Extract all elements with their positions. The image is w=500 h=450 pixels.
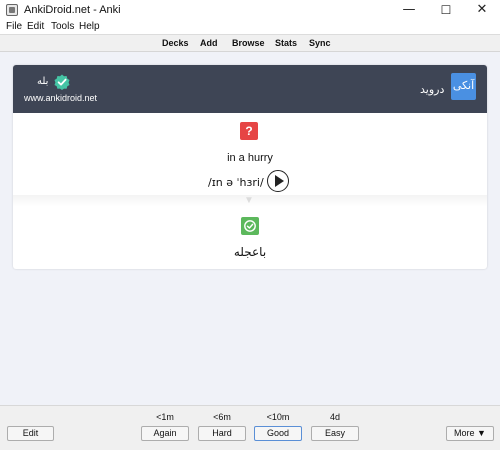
again-interval: <1m — [156, 412, 174, 422]
card-answer: باعجله — [233, 245, 267, 259]
edit-button[interactable]: Edit — [7, 426, 54, 441]
answer-bar: <1m <6m <10m 4d Edit Again Hard Good Eas… — [0, 405, 500, 450]
maximize-button[interactable]: ☐ — [428, 0, 464, 20]
card-header: بله www.ankidroid.net درويد آنکی — [13, 65, 487, 113]
flashcard: بله www.ankidroid.net درويد آنکی ? in a … — [13, 65, 487, 269]
question-mark-icon: ? — [240, 122, 258, 140]
verified-badge-icon — [54, 74, 70, 90]
app-icon — [6, 4, 18, 16]
phonetic-transcription: /ɪn ə ˈhɜri/ — [208, 176, 264, 189]
menu-bar: File Edit Tools Help — [0, 20, 500, 34]
again-button[interactable]: Again — [141, 426, 189, 441]
check-circle-icon — [241, 217, 259, 235]
good-button[interactable]: Good — [254, 426, 302, 441]
toolbar-browse[interactable]: Browse — [232, 38, 265, 48]
toolbar-decks[interactable]: Decks — [162, 38, 189, 48]
easy-interval: 4d — [329, 412, 340, 422]
toolbar-sync[interactable]: Sync — [309, 38, 331, 48]
good-interval: <10m — [266, 412, 290, 422]
title-bar: AnkiDroid.net - Anki — ☐ ✕ — [0, 0, 500, 20]
toolbar-add[interactable]: Add — [200, 38, 218, 48]
droid-label: درويد — [420, 84, 445, 96]
play-audio-button[interactable] — [267, 170, 289, 192]
window-title: AnkiDroid.net - Anki — [24, 4, 121, 16]
toolbar-stats[interactable]: Stats — [275, 38, 297, 48]
hard-button[interactable]: Hard — [198, 426, 246, 441]
chevron-down-icon: ▼ — [244, 195, 254, 206]
close-button[interactable]: ✕ — [464, 0, 500, 20]
site-url: www.ankidroid.net — [24, 93, 98, 103]
minimize-button[interactable]: — — [391, 0, 427, 20]
hard-interval: <6m — [213, 412, 231, 422]
reviewer-area: بله www.ankidroid.net درويد آنکی ? in a … — [0, 52, 500, 405]
main-toolbar: Decks Add Browse Stats Sync — [0, 34, 500, 52]
menu-file[interactable]: File — [6, 21, 22, 32]
yes-label: بله — [37, 76, 49, 87]
easy-button[interactable]: Easy — [311, 426, 359, 441]
anki-logo-tile: آنکی — [451, 73, 476, 100]
menu-tools[interactable]: Tools — [51, 21, 74, 32]
card-front-word: in a hurry — [227, 152, 273, 164]
more-button[interactable]: More ▼ — [446, 426, 494, 441]
menu-edit[interactable]: Edit — [27, 21, 44, 32]
menu-help[interactable]: Help — [79, 21, 100, 32]
